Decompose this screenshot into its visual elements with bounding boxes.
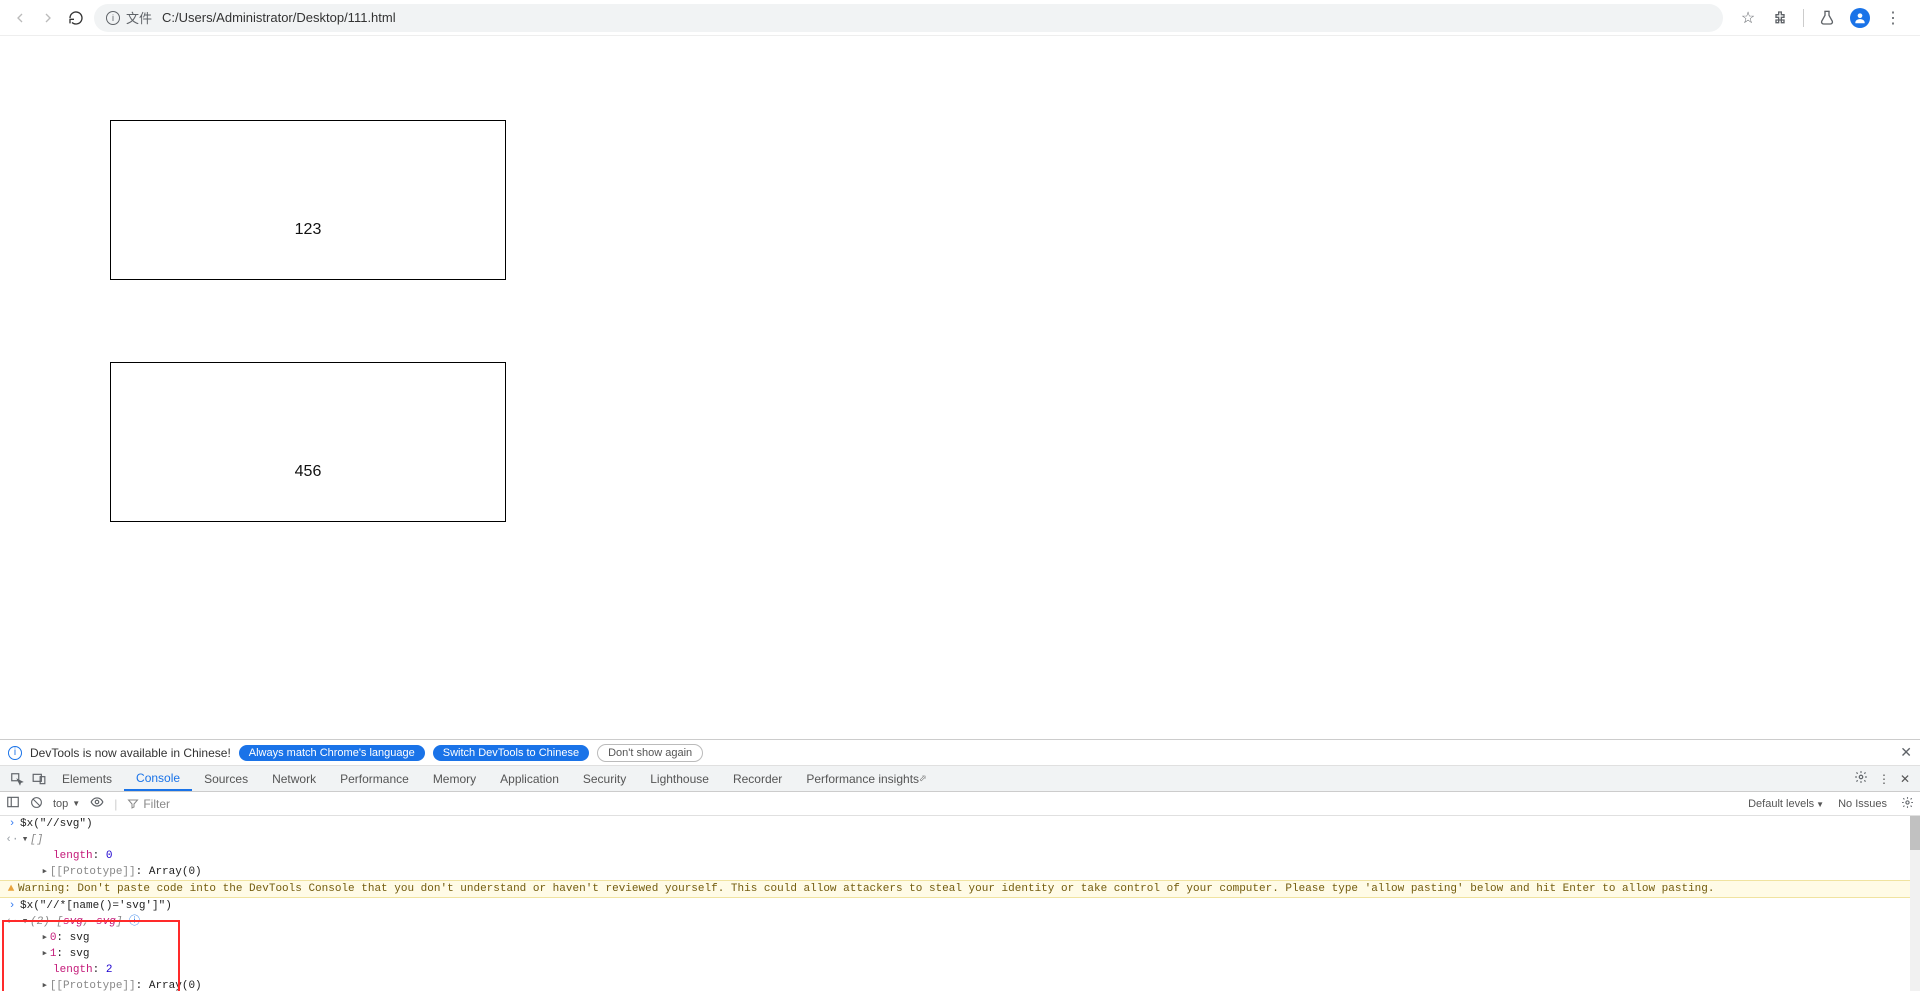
tab-console[interactable]: Console [124,766,192,791]
console-result-row[interactable]: ▸1: svg [0,946,1920,962]
scrollbar-thumb[interactable] [1910,816,1920,850]
forward-button[interactable] [38,8,58,28]
devtools-close-icon[interactable]: ✕ [1900,772,1910,786]
reload-button[interactable] [66,8,86,28]
devtools-panel: i DevTools is now available in Chinese! … [0,739,1920,991]
tab-performance-insights[interactable]: Performance insights ⬀ [794,766,938,791]
console-input-row: › $x("//svg") [0,816,1920,832]
console-sidebar-toggle-icon[interactable] [6,795,20,812]
console-result-row: length: 0 [0,848,1920,864]
url-text: C:/Users/Administrator/Desktop/111.html [162,10,396,25]
profile-avatar-icon[interactable] [1850,8,1870,28]
console-input-row: › $x("//*[name()='svg']") [0,898,1920,914]
devtools-more-icon[interactable]: ⋮ [1878,772,1890,786]
browser-toolbar: i 文件 C:/Users/Administrator/Desktop/111.… [0,0,1920,36]
tab-lighthouse[interactable]: Lighthouse [638,766,721,791]
address-bar[interactable]: i 文件 C:/Users/Administrator/Desktop/111.… [94,4,1723,32]
tab-application[interactable]: Application [488,766,571,791]
tab-elements[interactable]: Elements [50,766,124,791]
bookmark-star-icon[interactable]: ☆ [1739,9,1757,27]
device-toggle-icon[interactable] [28,772,50,786]
console-filter-input[interactable]: Filter [127,797,170,811]
execution-context-selector[interactable]: top▼ [53,798,80,810]
warning-triangle-icon: ▲ [4,882,18,896]
live-expression-icon[interactable] [90,795,104,812]
console-output[interactable]: › $x("//svg") ‹· ▾[] length: 0 ▸[[Protot… [0,816,1920,991]
site-info-icon[interactable]: i [106,11,120,25]
labs-icon[interactable] [1818,9,1836,27]
page-viewport: 123 456 [0,36,1920,739]
console-clear-icon[interactable] [30,796,43,812]
devtools-settings-icon[interactable] [1854,770,1868,787]
inspect-element-icon[interactable] [6,772,28,786]
console-warning-row: ▲ Warning: Don't paste code into the Dev… [0,880,1920,898]
info-icon[interactable]: ⓘ [129,916,140,928]
svg-1-text: 123 [295,221,322,239]
svg-2-text: 456 [295,463,322,481]
separator [1803,9,1804,27]
console-command-2: $x("//*[name()='svg']") [20,899,1916,913]
console-result-row[interactable]: ▸[[Prototype]]: Array(0) [0,864,1920,880]
console-result-row[interactable]: ▸[[Prototype]]: Array(0) [0,978,1920,991]
info-icon: i [8,746,22,760]
console-filter-bar: top▼ | Filter Default levels▼ No Issues [0,792,1920,816]
log-levels-dropdown[interactable]: Default levels▼ [1748,798,1824,810]
tab-memory[interactable]: Memory [421,766,488,791]
tab-network[interactable]: Network [260,766,328,791]
warning-text: Warning: Don't paste code into the DevTo… [18,882,1916,896]
infobar-text: DevTools is now available in Chinese! [30,746,231,760]
tab-recorder[interactable]: Recorder [721,766,794,791]
console-result-row[interactable]: ‹· ▾[] [0,832,1920,848]
issues-link[interactable]: No Issues [1838,798,1887,810]
tab-performance[interactable]: Performance [328,766,421,791]
back-button[interactable] [10,8,30,28]
console-result-row: length: 2 [0,962,1920,978]
tab-security[interactable]: Security [571,766,638,791]
menu-kebab-icon[interactable]: ⋮ [1884,9,1902,27]
switch-language-button[interactable]: Switch DevTools to Chinese [433,745,589,761]
devtools-tabstrip: Elements Console Sources Network Perform… [0,766,1920,792]
console-command-1: $x("//svg") [20,817,1916,831]
console-result-row[interactable]: ▸0: svg [0,930,1920,946]
url-scheme-label: 文件 [126,8,152,27]
devtools-language-infobar: i DevTools is now available in Chinese! … [0,740,1920,766]
match-language-button[interactable]: Always match Chrome's language [239,745,425,761]
toolbar-right-icons: ☆ ⋮ [1731,8,1910,28]
close-infobar-icon[interactable]: ✕ [1900,744,1912,761]
dont-show-again-button[interactable]: Don't show again [597,744,703,762]
console-settings-icon[interactable] [1901,796,1914,812]
extensions-icon[interactable] [1771,9,1789,27]
tab-sources[interactable]: Sources [192,766,260,791]
console-result-row[interactable]: ‹· ▾(2) [svg, svg] ⓘ [0,914,1920,930]
